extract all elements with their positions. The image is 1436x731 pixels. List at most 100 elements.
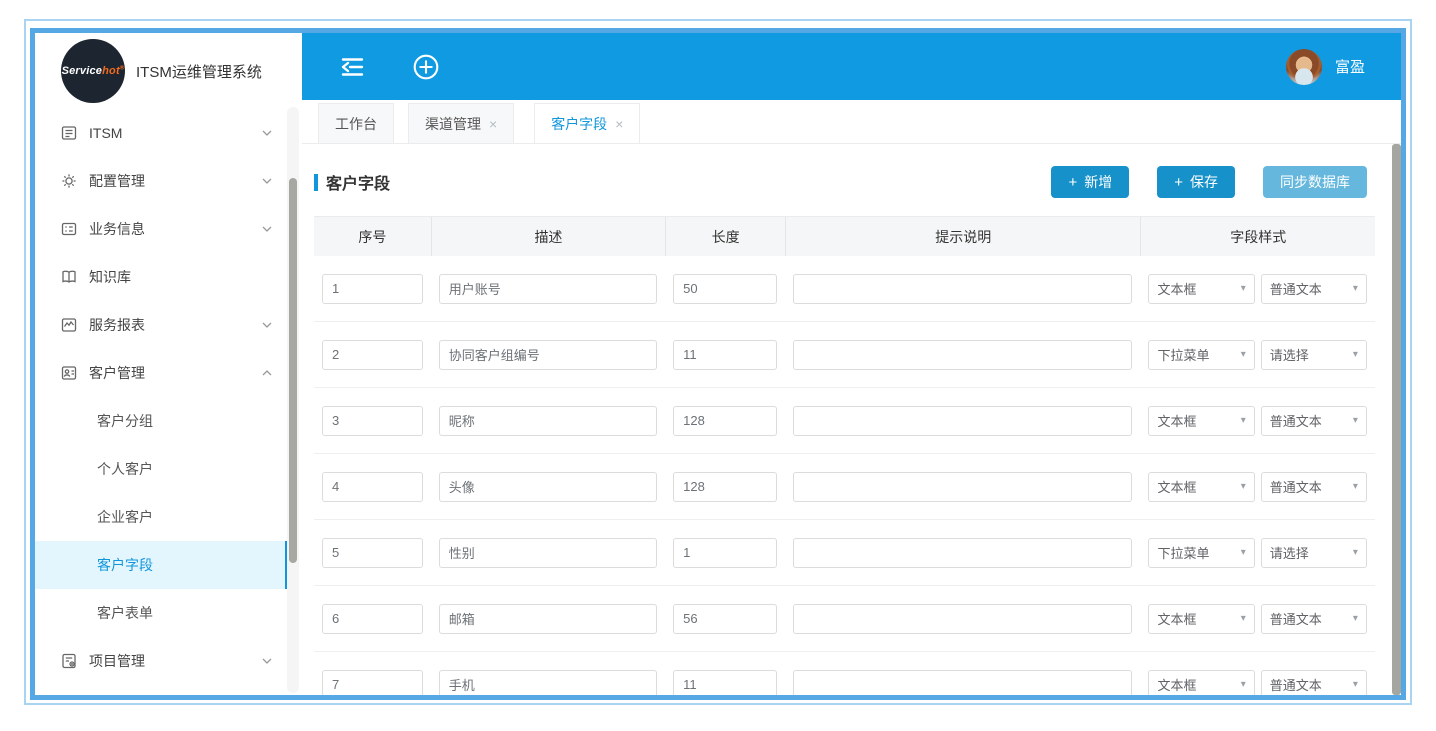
caret-down-icon: ▾ (1353, 415, 1358, 426)
add-tab-icon[interactable] (412, 53, 440, 81)
seq-input[interactable] (322, 538, 423, 568)
checklist-card-icon (60, 220, 78, 238)
tip-input[interactable] (793, 274, 1132, 304)
tip-input[interactable] (793, 340, 1132, 370)
sidebar-item-enterprise-customers[interactable]: 企业客户 (35, 493, 288, 541)
field-type-select[interactable]: 下拉菜单 ▾ (1148, 538, 1254, 568)
tip-input[interactable] (793, 670, 1132, 696)
sidebar-item-business-info[interactable]: 业务信息 (35, 205, 288, 253)
collapse-sidebar-icon[interactable] (336, 55, 366, 79)
length-input[interactable] (673, 340, 777, 370)
sidebar-menu: ITSM 配置管理 业务信息 知识库 服务报表 (35, 109, 288, 685)
table-row: 文本框 ▾ 普通文本 ▾ (314, 388, 1375, 454)
seq-input[interactable] (322, 340, 423, 370)
table-header: 序号 描述 长度 提示说明 字段样式 (314, 216, 1375, 256)
seq-input[interactable] (322, 472, 423, 502)
sidebar-item-customer-forms[interactable]: 客户表单 (35, 589, 288, 637)
chevron-down-icon (262, 178, 272, 184)
length-input[interactable] (673, 472, 777, 502)
field-type-select[interactable]: 文本框 ▾ (1148, 670, 1254, 696)
chevron-up-icon (262, 370, 272, 376)
close-icon[interactable]: × (489, 117, 497, 131)
sidebar-scrollbar-thumb[interactable] (289, 178, 297, 563)
field-subtype-select[interactable]: 请选择 ▾ (1261, 340, 1367, 370)
length-input[interactable] (673, 670, 777, 696)
sidebar-item-personal-customers[interactable]: 个人客户 (35, 445, 288, 493)
field-subtype-value: 请选择 (1270, 345, 1309, 364)
tip-input[interactable] (793, 406, 1132, 436)
field-type-value: 文本框 (1157, 279, 1196, 298)
chevron-down-icon (262, 226, 272, 232)
field-type-select[interactable]: 文本框 ▾ (1148, 472, 1254, 502)
caret-down-icon: ▾ (1241, 481, 1246, 492)
caret-down-icon: ▾ (1353, 613, 1358, 624)
seq-input[interactable] (322, 604, 423, 634)
main-scrollbar-thumb[interactable] (1392, 144, 1401, 695)
main-area: 富盈 工作台 渠道管理 × 客户字段 × 客户字段 +新增 (302, 33, 1401, 695)
field-type-select[interactable]: 文本框 ▾ (1148, 406, 1254, 436)
field-subtype-select[interactable]: 请选择 ▾ (1261, 538, 1367, 568)
field-type-select[interactable]: 文本框 ▾ (1148, 274, 1254, 304)
field-subtype-select[interactable]: 普通文本 ▾ (1261, 472, 1367, 502)
field-subtype-select[interactable]: 普通文本 ▾ (1261, 670, 1367, 696)
sidebar-item-config-management[interactable]: 配置管理 (35, 157, 288, 205)
add-button[interactable]: +新增 (1051, 166, 1129, 198)
field-subtype-select[interactable]: 普通文本 ▾ (1261, 604, 1367, 634)
description-input[interactable] (439, 472, 657, 502)
sync-database-button[interactable]: 同步数据库 (1263, 166, 1367, 198)
sidebar-item-customer-fields[interactable]: 客户字段 (35, 541, 288, 589)
brand-area: Servicehot® ITSM运维管理系统 (35, 33, 302, 109)
seq-input[interactable] (322, 670, 423, 696)
sidebar-item-itsm[interactable]: ITSM (35, 109, 288, 157)
description-input[interactable] (439, 604, 657, 634)
logo-text-service: Service (62, 65, 103, 77)
length-input[interactable] (673, 274, 777, 304)
caret-down-icon: ▾ (1241, 679, 1246, 690)
field-type-select[interactable]: 下拉菜单 ▾ (1148, 340, 1254, 370)
length-input[interactable] (673, 538, 777, 568)
book-icon (60, 268, 78, 286)
user-name: 富盈 (1335, 56, 1365, 77)
description-input[interactable] (439, 340, 657, 370)
tip-input[interactable] (793, 538, 1132, 568)
tab-channel-management[interactable]: 渠道管理 × (408, 103, 514, 143)
field-subtype-value: 普通文本 (1270, 675, 1322, 694)
close-icon[interactable]: × (615, 117, 623, 131)
tab-customer-fields[interactable]: 客户字段 × (534, 103, 640, 143)
sidebar-item-customer-management[interactable]: 客户管理 (35, 349, 288, 397)
table-row: 文本框 ▾ 普通文本 ▾ (314, 652, 1375, 695)
sidebar-item-knowledge-base[interactable]: 知识库 (35, 253, 288, 301)
user-avatar[interactable] (1286, 49, 1322, 85)
tip-input[interactable] (793, 472, 1132, 502)
column-header-length: 长度 (665, 217, 785, 256)
logo-text-hot: hot (102, 65, 120, 77)
length-input[interactable] (673, 406, 777, 436)
description-input[interactable] (439, 274, 657, 304)
column-header-description: 描述 (431, 217, 665, 256)
column-header-field-style: 字段样式 (1140, 217, 1374, 256)
sidebar-item-customer-groups[interactable]: 客户分组 (35, 397, 288, 445)
field-type-select[interactable]: 文本框 ▾ (1148, 604, 1254, 634)
sidebar-scrollbar-track[interactable] (287, 107, 299, 693)
description-input[interactable] (439, 670, 657, 696)
sidebar-item-service-reports[interactable]: 服务报表 (35, 301, 288, 349)
save-button[interactable]: +保存 (1157, 166, 1235, 198)
sidebar: Servicehot® ITSM运维管理系统 ITSM 配置管理 业务信息 (35, 33, 302, 695)
sidebar-item-project-management[interactable]: 项目管理 (35, 637, 288, 685)
description-input[interactable] (439, 538, 657, 568)
field-type-value: 文本框 (1157, 609, 1196, 628)
seq-input[interactable] (322, 406, 423, 436)
tip-input[interactable] (793, 604, 1132, 634)
field-subtype-select[interactable]: 普通文本 ▾ (1261, 274, 1367, 304)
field-subtype-select[interactable]: 普通文本 ▾ (1261, 406, 1367, 436)
length-input[interactable] (673, 604, 777, 634)
user-menu[interactable]: 富盈 (1286, 33, 1365, 100)
field-subtype-value: 请选择 (1270, 543, 1309, 562)
column-header-seq: 序号 (314, 217, 431, 256)
app-title: ITSM运维管理系统 (136, 61, 262, 82)
seq-input[interactable] (322, 274, 423, 304)
tab-workbench[interactable]: 工作台 (318, 103, 394, 143)
tab-label: 客户字段 (551, 114, 607, 134)
description-input[interactable] (439, 406, 657, 436)
window-inner-border: Servicehot® ITSM运维管理系统 ITSM 配置管理 业务信息 (30, 28, 1406, 700)
